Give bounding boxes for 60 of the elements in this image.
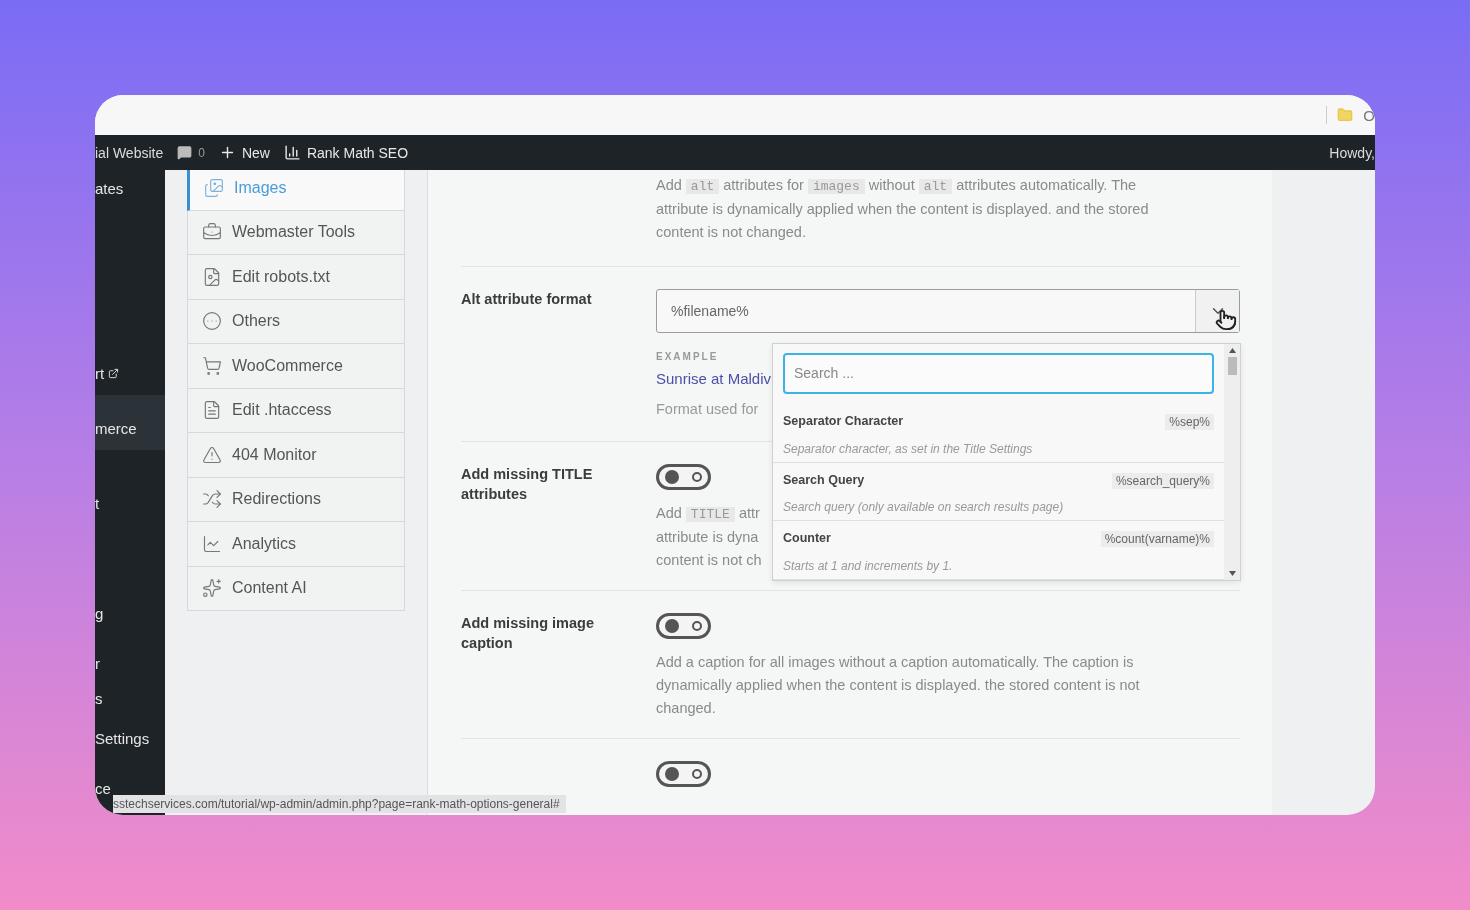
setting-label: Add missing TITLE attributes	[461, 465, 594, 504]
settings-tab[interactable]: Edit .htaccess	[187, 388, 405, 433]
cart-icon	[202, 355, 222, 376]
howdy-text[interactable]: Howdy,	[1329, 144, 1375, 161]
chart-icon	[283, 144, 301, 161]
warning-icon	[202, 444, 222, 465]
admin-menu-item[interactable]: rt	[95, 365, 120, 382]
example-label: EXAMPLE	[656, 351, 719, 362]
setting-description: Add TITLE attr attribute is dyna content is not ch	[656, 504, 762, 570]
setting-description: Add a caption for all images without a caption automatically. The caption is dynamically applied when the content is displayed. the stored content is not changed.	[656, 653, 1140, 718]
external-link-icon	[108, 368, 120, 379]
admin-menu-item[interactable]: g	[95, 605, 104, 622]
toggle-switch[interactable]	[656, 613, 711, 639]
admin-menu-item[interactable]: s	[95, 690, 103, 707]
settings-tab[interactable]: Content AI	[187, 566, 405, 611]
search-field[interactable]: Search ...	[783, 353, 1214, 394]
variable-option[interactable]: Separator Character %sep% Separator character, as set in the Title Settings	[773, 403, 1224, 463]
settings-tab[interactable]: 404 Monitor	[187, 433, 405, 478]
comments-link[interactable]: 0	[177, 145, 205, 160]
scrollbar[interactable]	[1224, 344, 1240, 580]
format-select[interactable]: %filename%	[656, 289, 1240, 333]
chart-icon	[202, 533, 222, 554]
setting-description: Add alt attributes for images without alt attributes automatically. The attribute is dynamically applied when the content is displayed. and the stored content is not changed.	[656, 176, 1149, 242]
example-link[interactable]: Sunrise at Maldiv	[656, 370, 772, 387]
settings-tab[interactable]: Others	[187, 299, 405, 344]
scroll-thumb[interactable]	[1227, 357, 1237, 375]
format-note: Format used for	[656, 401, 759, 417]
document-icon	[202, 400, 222, 421]
images-icon	[204, 177, 224, 198]
admin-menu-item[interactable]: ce	[95, 780, 111, 797]
settings-tab[interactable]: Edit robots.txt	[187, 255, 405, 300]
settings-tab[interactable]: Webmaster Tools	[187, 210, 405, 255]
toggle-switch[interactable]	[656, 464, 711, 490]
admin-menu-item[interactable]: t	[95, 495, 100, 512]
pointer-icon	[1215, 309, 1237, 331]
setting-label: Add missing image caption	[461, 614, 595, 653]
admin-menu-item[interactable]: r	[95, 655, 100, 672]
new-link[interactable]: New	[218, 144, 270, 161]
settings-tab[interactable]: Redirections	[187, 477, 405, 522]
comment-icon	[177, 145, 193, 160]
admin-menu-item[interactable]: Settings	[95, 730, 150, 747]
admin-menu-item[interactable]: ates	[95, 180, 124, 197]
status-url: sstechservices.com/tutorial/wp-admin/admin.php?page=rank-math-options-general#	[113, 795, 566, 813]
admin-menu-item[interactable]: merce	[95, 420, 137, 437]
setting-label: Alt attribute format	[461, 290, 593, 309]
rank-math-link[interactable]: Rank Math SEO	[283, 144, 409, 161]
variable-option[interactable]: Counter %count(varname)% Starts at 1 and increments by 1.	[773, 521, 1224, 580]
sparkle-icon	[202, 578, 222, 599]
toggle-switch[interactable]	[656, 761, 711, 787]
circle-icon	[202, 311, 222, 332]
variable-option[interactable]: Search Query %search_query% Search query (only available on search results page)	[773, 462, 1224, 522]
settings-tab[interactable]: Analytics	[187, 522, 405, 567]
file-icon	[202, 266, 222, 287]
settings-tab[interactable]: WooCommerce	[187, 344, 405, 389]
scroll-down-icon[interactable]	[1228, 571, 1236, 576]
dropdown-toggle[interactable]	[1195, 290, 1239, 332]
scroll-up-icon[interactable]	[1228, 348, 1236, 353]
shuffle-icon	[202, 489, 222, 510]
site-name[interactable]: ial Website	[95, 144, 164, 161]
bookmark-text[interactable]: O	[1363, 106, 1375, 124]
